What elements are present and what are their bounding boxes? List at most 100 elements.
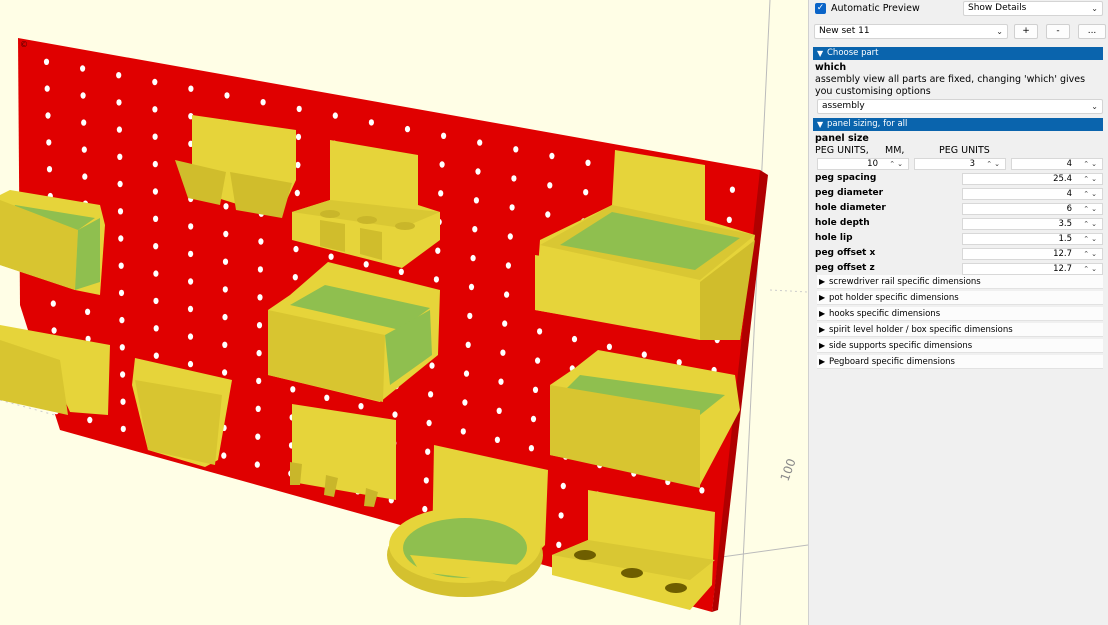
param-field[interactable]: 6 ⌃⌄ [962,203,1103,215]
part-screwdriver-rail [320,210,340,218]
pegboard-hole [472,226,478,233]
pegboard-hole [152,188,158,195]
pegboard-hole [223,230,229,238]
auto-preview-checkbox[interactable]: ✓ [815,3,826,14]
pegboard-hole [82,173,88,180]
param-value: 1.5 [1058,234,1072,244]
pegboard-hole [117,180,123,188]
spinner-icon[interactable]: ⌃⌄ [1083,219,1099,229]
panel-size-col-label: PEG UNITS [939,145,990,156]
show-details-dropdown[interactable]: Show Details ⌄ [963,1,1103,16]
pegboard-hole [292,274,298,281]
subsection-hooks[interactable]: ▶ hooks specific dimensions [817,307,1103,321]
origin-marker: © [20,40,28,49]
pegboard-hole [256,322,263,329]
pegboard-hole [494,436,500,443]
param-value: 4 [1066,189,1072,199]
pegboard-hole [44,85,50,92]
pegboard-hole [257,294,263,301]
param-field[interactable]: 25.4 ⌃⌄ [962,173,1103,185]
pegboard-hole [221,452,227,459]
section-choose-part[interactable]: ▼ Choose part [813,47,1103,60]
pegboard-hole [222,313,228,321]
preset-dropdown[interactable]: New set 11 ⌄ [814,24,1008,39]
subsection-label: Pegboard specific dimensions [829,357,955,367]
spinner-icon[interactable]: ⌃⌄ [1083,189,1099,199]
pegboard-hole [116,99,122,106]
pegboard-hole [296,105,302,113]
panel-size-z-field[interactable]: 4 ⌃⌄ [1011,158,1103,170]
param-name: peg offset x [815,248,876,258]
spinner-icon[interactable]: ⌃⌄ [1083,249,1099,259]
section-label: Choose part [827,48,879,58]
pegboard-hole [423,477,429,484]
param-field[interactable]: 3.5 ⌃⌄ [962,218,1103,230]
section-panel-sizing[interactable]: ▼ panel sizing, for all [813,118,1103,131]
spinner-icon[interactable]: ⌃⌄ [889,159,905,169]
param-field[interactable]: 12.7 ⌃⌄ [962,263,1103,275]
pegboard-hole [368,119,374,126]
pegboard-hole [505,262,511,269]
pegboard-hole [473,197,479,204]
pegboard-hole [460,428,466,435]
part-tool-rail [574,550,596,560]
panel-size-mm-field[interactable]: 3 ⌃⌄ [914,158,1006,170]
spinner-icon[interactable]: ⌃⌄ [1083,204,1099,214]
param-name: peg spacing [815,173,877,183]
pegboard-hole [153,215,159,222]
add-preset-button[interactable]: + [1014,24,1038,39]
pegboard-hole [332,112,338,119]
pegboard-hole [152,78,158,86]
pegboard-hole [152,133,158,140]
subsection-label: hooks specific dimensions [829,309,941,319]
pegboard-hole [295,161,301,169]
pegboard-hole [117,208,124,215]
pegboard-hole [255,433,261,440]
pegboard-hole [475,168,481,175]
subsection-spirit-level[interactable]: ▶ spirit level holder / box specific dime… [817,323,1103,337]
panel-size-x-field[interactable]: 10 ⌃⌄ [817,158,909,170]
param-field[interactable]: 12.7 ⌃⌄ [962,248,1103,260]
spinner-icon[interactable]: ⌃⌄ [986,159,1002,169]
param-name: peg offset z [815,263,875,273]
pegboard-hole [117,153,123,160]
pegboard-hole [118,262,124,269]
spinner-icon[interactable]: ⌃⌄ [1083,159,1099,169]
field-value: 3 [969,159,975,169]
panel-size-col-label: MM, [885,145,905,156]
pegboard-hole [463,370,470,377]
remove-preset-button[interactable]: - [1046,24,1070,39]
pegboard-hole [152,106,158,113]
triangle-right-icon: ▶ [819,357,826,366]
pegboard-hole [222,286,228,293]
spinner-icon[interactable]: ⌃⌄ [1083,174,1099,184]
param-name: peg diameter [815,188,884,198]
subsection-pegboard[interactable]: ▶ Pegboard specific dimensions [817,355,1103,369]
more-button[interactable]: ... [1078,24,1106,39]
param-value: 12.7 [1053,249,1072,259]
spinner-icon[interactable]: ⌃⌄ [1083,264,1099,274]
subsection-screwdriver-rail[interactable]: ▶ screwdriver rail specific dimensions [817,275,1103,289]
pegboard-hole [153,297,159,305]
part-tool-rail [665,583,687,593]
pegboard-hole [153,325,159,332]
pegboard-hole [328,253,334,260]
3d-viewport[interactable]: 100 100 [0,0,808,625]
pegboard-hole [571,335,578,343]
param-field[interactable]: 4 ⌃⌄ [962,188,1103,200]
pegboard-hole [467,312,473,320]
subsection-side-supports[interactable]: ▶ side supports specific dimensions [817,339,1103,353]
pegboard-model-render: 100 100 [0,0,808,625]
pegboard-hole [295,133,302,141]
spinner-icon[interactable]: ⌃⌄ [1083,234,1099,244]
section-label: panel sizing, for all [827,119,908,129]
param-field[interactable]: 1.5 ⌃⌄ [962,233,1103,245]
pegboard-hole [187,305,194,313]
subsection-pot-holder[interactable]: ▶ pot holder specific dimensions [817,291,1103,305]
pegboard-hole [392,411,398,418]
param-name: hole diameter [815,203,886,213]
pegboard-hole [606,343,613,350]
which-dropdown[interactable]: assembly ⌄ [817,99,1103,114]
pegboard-hole [465,341,471,348]
pegboard-hole [120,398,126,405]
